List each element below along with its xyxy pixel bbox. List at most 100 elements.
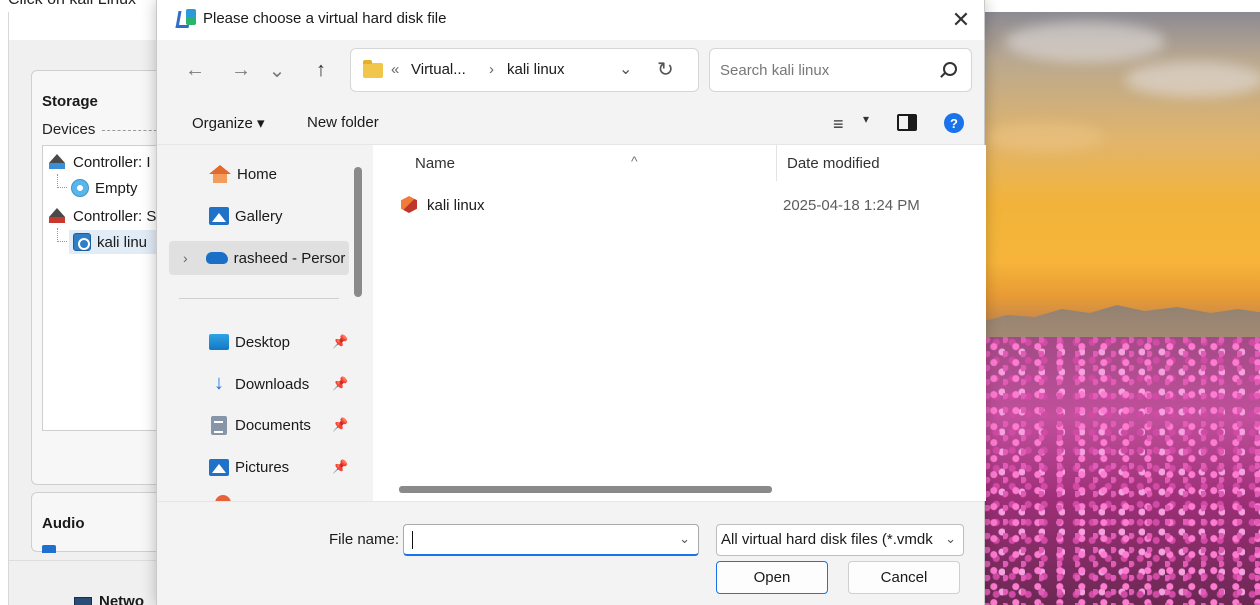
network-icon	[74, 597, 92, 605]
pin-icon[interactable]: 📌	[332, 417, 348, 433]
up-button[interactable]: ↑	[307, 56, 335, 84]
file-list: Name ^ Date modified kali linux 2025-04-…	[373, 145, 986, 501]
wallpaper-cloud	[1005, 22, 1165, 62]
tree-item-controller-ide[interactable]: Controller: I	[47, 150, 151, 174]
network-label: Netwo	[99, 593, 144, 605]
nav-item-gallery[interactable]: Gallery	[209, 201, 283, 231]
nav-item-label: Downloads	[235, 375, 310, 393]
settings-top-band	[9, 12, 159, 40]
view-options-icon[interactable]: ≡	[833, 114, 844, 135]
nav-item-label: rasheed - Persor	[233, 249, 346, 267]
nav-item-label: Home	[237, 165, 278, 183]
new-folder-button[interactable]: New folder	[307, 114, 379, 131]
hard-disk-icon	[73, 233, 91, 251]
file-row-kali-linux[interactable]: kali linux 2025-04-18 1:24 PM	[397, 193, 977, 219]
file-date-modified: 2025-04-18 1:24 PM	[783, 197, 920, 214]
tree-connector	[57, 228, 67, 242]
nav-item-label: Desktop	[235, 333, 291, 351]
file-name-input[interactable]	[410, 530, 670, 550]
tree-item-kali-disk[interactable]: kali linu	[69, 230, 163, 254]
audio-enable-checkbox[interactable]	[42, 545, 56, 553]
onedrive-cloud-icon	[205, 252, 228, 264]
pin-icon[interactable]: 📌	[332, 376, 348, 392]
back-button[interactable]: ←	[181, 56, 209, 84]
preview-pane-icon[interactable]	[897, 114, 917, 131]
refresh-icon[interactable]: ↻	[657, 57, 674, 82]
cancel-button[interactable]: Cancel	[848, 561, 960, 594]
navigation-pane: Home Gallery › rasheed - Persor Desktop …	[157, 145, 373, 501]
virtualbox-settings-window: Storage Devices Controller: I Empty Cont…	[8, 12, 163, 605]
network-section: Netwo	[9, 560, 159, 605]
wallpaper-cloud	[985, 122, 1105, 152]
controller-sata-icon	[47, 208, 67, 224]
file-name-dropdown-icon[interactable]: ⌄	[679, 531, 690, 547]
nav-item-label: Documents	[235, 416, 311, 434]
nav-item-label: Gallery	[235, 207, 283, 225]
devices-divider	[102, 130, 162, 131]
dialog-bottom-bar: File name: ⌄ All virtual hard disk files…	[157, 501, 984, 605]
pin-icon[interactable]: 📌	[332, 459, 348, 475]
optical-disc-icon	[71, 179, 89, 197]
address-dropdown-icon[interactable]: ⌄	[619, 59, 632, 79]
controller-ide-icon	[47, 154, 67, 170]
file-type-filter-select[interactable]: All virtual hard disk files (*.vmdk ⌄	[716, 524, 964, 556]
file-list-horizontal-scrollbar[interactable]	[399, 486, 772, 493]
breadcrumb-kali-linux[interactable]: kali linux	[507, 61, 565, 78]
folder-icon	[363, 60, 383, 78]
search-input[interactable]	[720, 59, 920, 81]
forward-button[interactable]: →	[227, 56, 255, 84]
nav-item-documents[interactable]: Documents	[209, 410, 311, 440]
organize-button[interactable]: Organize ▾	[192, 114, 265, 132]
nav-item-home[interactable]: Home	[209, 159, 277, 189]
tree-item-label: Empty	[95, 179, 138, 197]
breadcrumb-virtual[interactable]: Virtual...	[411, 61, 466, 78]
filter-dropdown-icon[interactable]: ⌄	[945, 531, 956, 547]
file-type-filter-value: All virtual hard disk files (*.vmdk	[721, 531, 933, 548]
desktop-wallpaper	[985, 12, 1260, 605]
file-name-label: File name:	[329, 531, 400, 548]
tree-connector	[57, 174, 67, 188]
breadcrumb-separator: ›	[489, 61, 494, 78]
desktop-icon	[209, 334, 229, 350]
nav-item-onedrive[interactable]: › rasheed - Persor	[169, 241, 349, 275]
command-bar: Organize ▾ New folder ≡ ▾ ?	[157, 100, 984, 145]
file-name-combobox[interactable]: ⌄	[403, 524, 699, 556]
help-icon[interactable]: ?	[944, 113, 964, 133]
home-icon	[209, 165, 231, 183]
close-button[interactable]: ✕	[938, 0, 984, 40]
column-header-date-modified[interactable]: Date modified	[787, 155, 880, 172]
audio-panel: Audio	[31, 492, 161, 553]
instruction-text: Click on kali Linux	[8, 0, 136, 9]
search-icon[interactable]	[943, 62, 957, 76]
view-dropdown-icon[interactable]: ▾	[863, 112, 869, 126]
tree-item-label: Controller: S	[73, 207, 157, 225]
virtualbox-vm-icon	[401, 196, 417, 213]
tree-item-controller-sata[interactable]: Controller: S	[47, 204, 156, 228]
column-divider[interactable]	[776, 145, 777, 181]
tree-item-empty-optical[interactable]: Empty	[71, 176, 138, 200]
recent-locations-button[interactable]: ⌄	[263, 56, 291, 84]
tree-item-label: Controller: I	[73, 153, 151, 171]
address-bar-row: ← → ⌄ ↑ « Virtual... › kali linux ⌄ ↻	[157, 40, 984, 100]
devices-label: Devices	[42, 121, 96, 138]
navigation-pane-scrollbar[interactable]	[354, 167, 362, 297]
nav-item-desktop[interactable]: Desktop	[209, 327, 290, 357]
text-caret	[412, 531, 413, 549]
storage-panel: Storage Devices Controller: I Empty Cont…	[31, 70, 163, 485]
column-header-name[interactable]: Name ^	[415, 153, 638, 172]
tree-item-label: kali linu	[97, 233, 148, 251]
file-name: kali linux	[427, 197, 485, 214]
nav-item-downloads[interactable]: ↓ Downloads	[209, 369, 309, 399]
nav-item-pictures[interactable]: Pictures	[209, 452, 289, 482]
dialog-titlebar[interactable]: Please choose a virtual hard disk file ✕	[157, 0, 984, 40]
search-box[interactable]	[709, 48, 972, 92]
gallery-icon	[209, 207, 229, 225]
storage-devices-tree: Controller: I Empty Controller: S kali l…	[42, 145, 163, 431]
expand-chevron-icon[interactable]: ›	[183, 250, 188, 266]
address-bar[interactable]: « Virtual... › kali linux ⌄ ↻	[350, 48, 699, 92]
wallpaper-flower-field	[985, 337, 1260, 605]
breadcrumb-overflow[interactable]: «	[391, 61, 399, 78]
pin-icon[interactable]: 📌	[332, 334, 348, 350]
nav-separator	[179, 298, 339, 299]
open-button[interactable]: Open	[716, 561, 828, 594]
